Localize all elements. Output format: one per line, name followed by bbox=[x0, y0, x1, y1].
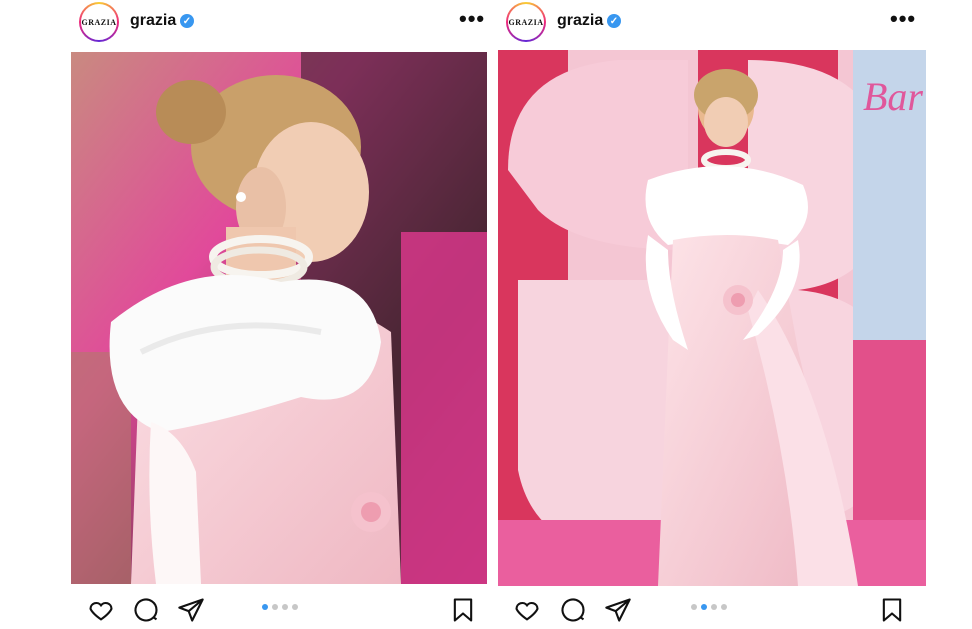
carousel-dot bbox=[701, 604, 707, 610]
carousel-indicator bbox=[691, 604, 727, 610]
carousel-dot bbox=[721, 604, 727, 610]
heart-icon[interactable] bbox=[87, 596, 115, 624]
share-icon[interactable] bbox=[177, 596, 205, 624]
account-avatar[interactable]: GRAZIA bbox=[79, 2, 119, 42]
carousel-dot bbox=[711, 604, 717, 610]
comment-icon[interactable] bbox=[132, 596, 160, 624]
post-actions bbox=[71, 594, 487, 624]
post-header: GRAZIA grazia ✓ ••• bbox=[498, 0, 926, 48]
avatar-logo-text: GRAZIA bbox=[508, 17, 544, 27]
carousel-dot bbox=[282, 604, 288, 610]
post-actions bbox=[498, 594, 926, 624]
more-options-icon[interactable]: ••• bbox=[459, 6, 485, 32]
carousel-indicator bbox=[262, 604, 298, 610]
carousel-dot bbox=[292, 604, 298, 610]
account-username[interactable]: grazia bbox=[130, 12, 176, 30]
heart-icon[interactable] bbox=[513, 596, 541, 624]
bookmark-icon[interactable] bbox=[449, 596, 477, 624]
verified-badge-icon: ✓ bbox=[180, 14, 194, 28]
more-options-icon[interactable]: ••• bbox=[890, 6, 916, 32]
svg-text:Bar: Bar bbox=[863, 74, 923, 119]
post-header: GRAZIA grazia ✓ ••• bbox=[71, 0, 487, 48]
bookmark-icon[interactable] bbox=[878, 596, 906, 624]
carousel-dot bbox=[272, 604, 278, 610]
carousel-dot bbox=[691, 604, 697, 610]
verified-badge-icon: ✓ bbox=[607, 14, 621, 28]
photo-illustration: Bar bbox=[498, 50, 926, 586]
share-icon[interactable] bbox=[604, 596, 632, 624]
photo-illustration bbox=[71, 52, 487, 584]
carousel-dot bbox=[262, 604, 268, 610]
comment-icon[interactable] bbox=[559, 596, 587, 624]
account-avatar[interactable]: GRAZIA bbox=[506, 2, 546, 42]
avatar-logo-text: GRAZIA bbox=[81, 17, 117, 27]
post-photo[interactable] bbox=[71, 52, 487, 584]
account-username[interactable]: grazia bbox=[557, 12, 603, 30]
post-photo[interactable]: Bar bbox=[498, 50, 926, 586]
